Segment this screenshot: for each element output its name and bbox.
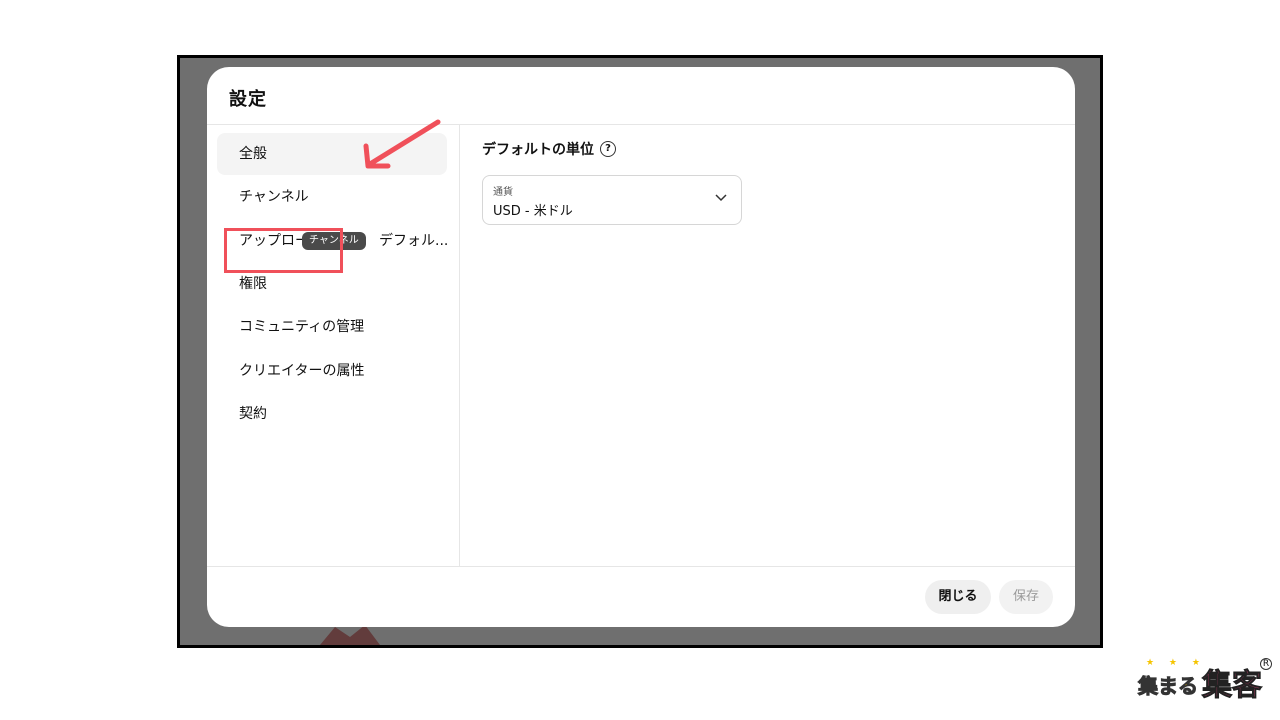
currency-select-value: USD - 米ドル — [493, 204, 573, 219]
registered-icon: R — [1260, 658, 1272, 670]
sidebar-item-community[interactable]: コミュニティの管理 — [217, 306, 447, 348]
chevron-down-icon — [715, 194, 727, 202]
sidebar-item-channel[interactable]: チャンネル — [217, 176, 447, 218]
settings-modal: 設定 全般 チャンネル アップロー デフォル... 権限 コミュニティの管理 ク… — [207, 67, 1075, 627]
help-icon[interactable]: ? — [600, 141, 616, 157]
close-button[interactable]: 閉じる — [925, 580, 991, 614]
save-button[interactable]: 保存 — [999, 580, 1053, 614]
sidebar-item-creator-attributes[interactable]: クリエイターの属性 — [217, 350, 447, 392]
logo-text-small: 集まる — [1138, 674, 1199, 699]
sidebar-item-agreements[interactable]: 契約 — [217, 393, 447, 435]
default-unit-label-text: デフォルトの単位 — [482, 142, 594, 158]
annotation-arrow-icon — [363, 119, 441, 169]
highlight-box — [224, 228, 343, 273]
watermark-logo: ★ ★ ★ 集まる 集客 R — [1138, 656, 1272, 704]
settings-sidebar: 全般 チャンネル アップロー デフォル... 権限 コミュニティの管理 クリエイ… — [207, 125, 460, 566]
footer-divider — [207, 566, 1075, 567]
modal-title: 設定 — [229, 89, 267, 110]
currency-select-caption: 通貨 — [493, 187, 513, 198]
logo-text-large: 集客 — [1202, 668, 1263, 704]
logo-stars-icon: ★ ★ ★ — [1146, 658, 1206, 668]
currency-select[interactable]: 通貨 USD - 米ドル — [482, 175, 742, 225]
default-unit-label: デフォルトの単位 ? — [482, 139, 616, 159]
